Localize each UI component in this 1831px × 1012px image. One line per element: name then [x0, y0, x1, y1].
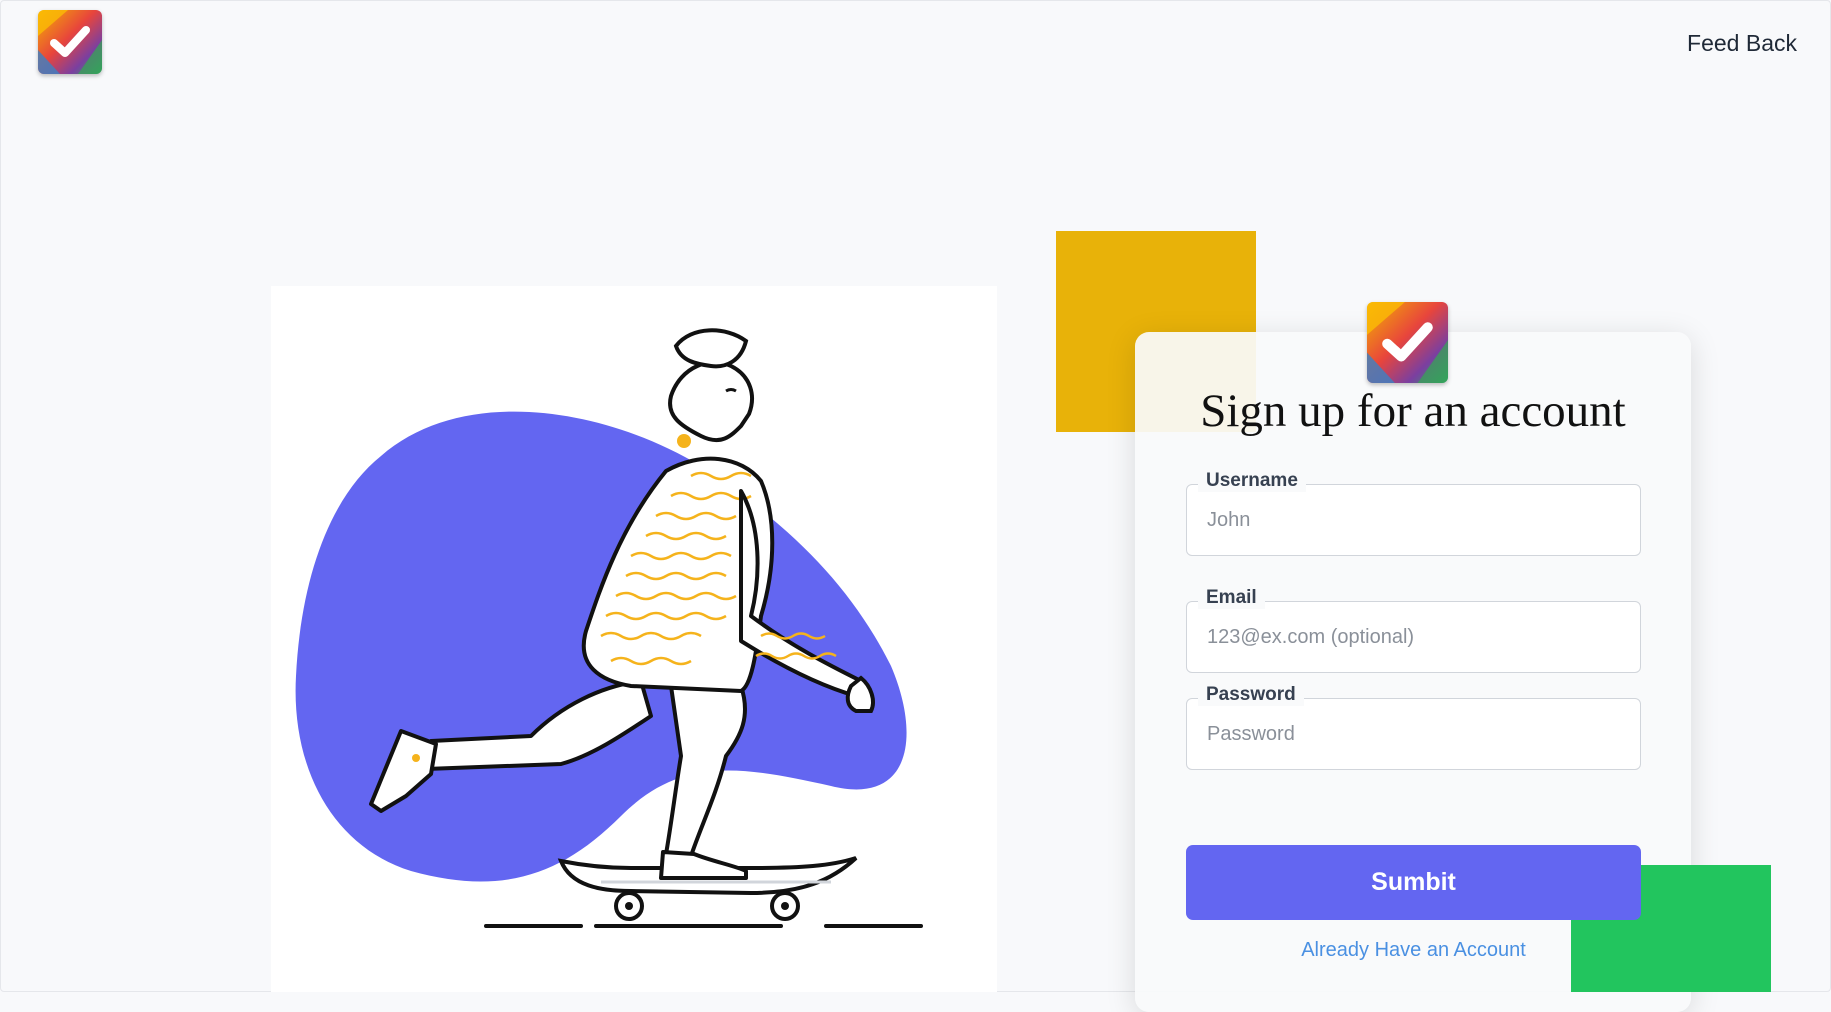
submit-button[interactable]: Sumbit: [1186, 845, 1641, 920]
checkmark-logo-icon: [1367, 302, 1448, 383]
password-field: Password: [1186, 684, 1641, 770]
app-logo-icon[interactable]: [38, 10, 102, 74]
feedback-link[interactable]: Feed Back: [1687, 30, 1797, 57]
email-input[interactable]: [1186, 601, 1641, 673]
checkmark-logo-icon: [38, 10, 102, 74]
password-input[interactable]: [1186, 698, 1641, 770]
card-logo-icon: [1367, 302, 1448, 383]
username-input[interactable]: [1186, 484, 1641, 556]
email-label: Email: [1198, 587, 1265, 609]
username-field: Username: [1186, 470, 1641, 556]
illustration-panel: [271, 286, 997, 992]
username-label: Username: [1198, 470, 1306, 492]
skateboarder-illustration: [295, 328, 923, 928]
email-field: Email: [1186, 587, 1641, 673]
login-link[interactable]: Already Have an Account: [1186, 939, 1641, 962]
password-label: Password: [1198, 684, 1304, 706]
signup-title: Sign up for an account: [1200, 385, 1626, 437]
